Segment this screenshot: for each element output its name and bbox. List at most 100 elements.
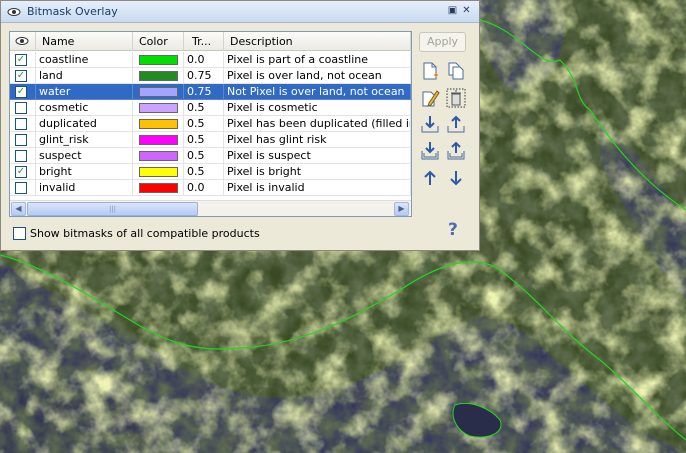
description-cell[interactable]: Pixel is bright <box>224 164 411 180</box>
visibility-cell: ✓ <box>10 164 36 180</box>
name-cell[interactable]: invalid <box>36 180 133 196</box>
name-cell[interactable]: bright <box>36 164 133 180</box>
table-row[interactable]: glint_risk 0.5 Pixel has glint risk <box>10 132 411 148</box>
column-header-visible[interactable] <box>10 32 36 51</box>
show-all-products-checkbox[interactable] <box>13 227 26 240</box>
visibility-checkbox[interactable] <box>15 134 27 146</box>
name-cell[interactable]: land <box>36 68 133 84</box>
visibility-checkbox[interactable] <box>15 118 27 130</box>
edit-icon[interactable] <box>419 87 441 109</box>
visibility-checkbox[interactable] <box>15 150 27 162</box>
table-row[interactable]: ✓ coastline 0.0 Pixel is part of a coastlin… <box>10 52 411 68</box>
column-header-color[interactable]: Color <box>133 32 184 51</box>
color-swatch <box>139 135 178 145</box>
transparency-cell[interactable]: 0.5 <box>184 132 224 148</box>
table-header: Name Color Tr... Description <box>10 32 411 51</box>
table-row[interactable]: invalid 0.0 Pixel is invalid <box>10 180 411 196</box>
table-row[interactable]: ✓ water 0.75 Not Pixel is over land, not oc… <box>10 84 411 100</box>
copy-icon[interactable] <box>445 60 467 82</box>
move-down-icon[interactable] <box>445 167 467 189</box>
visibility-cell: ✓ <box>10 84 36 100</box>
table-row[interactable]: cosmetic 0.5 Pixel is cosmetic <box>10 100 411 116</box>
table-row[interactable]: ✓ bright 0.5 Pixel is bright <box>10 164 411 180</box>
title-bar[interactable]: Bitmask Overlay ▣ ✕ <box>1 1 479 23</box>
visibility-cell <box>10 148 36 164</box>
help-icon[interactable]: ? <box>448 220 458 240</box>
visibility-checkbox[interactable] <box>15 182 27 194</box>
table-row[interactable]: duplicated 0.5 Pixel has been duplicated (… <box>10 116 411 132</box>
close-icon[interactable]: ✕ <box>461 6 472 17</box>
color-cell[interactable] <box>133 100 184 116</box>
visibility-cell <box>10 132 36 148</box>
name-cell[interactable]: water <box>36 84 133 100</box>
name-cell[interactable]: cosmetic <box>36 100 133 116</box>
name-cell[interactable]: duplicated <box>36 116 133 132</box>
transparency-cell[interactable]: 0.5 <box>184 148 224 164</box>
color-cell[interactable] <box>133 132 184 148</box>
color-swatch <box>139 87 178 97</box>
import-icon[interactable] <box>419 113 441 135</box>
description-cell[interactable]: Pixel is over land, not ocean <box>224 68 411 84</box>
bitmask-overlay-panel: Bitmask Overlay ▣ ✕ Name Color Tr... Des… <box>0 0 480 251</box>
transparency-cell[interactable]: 0.0 <box>184 52 224 68</box>
color-swatch <box>139 151 178 161</box>
column-header-name[interactable]: Name <box>36 32 133 51</box>
color-cell[interactable] <box>133 52 184 68</box>
color-cell[interactable] <box>133 84 184 100</box>
visibility-checkbox[interactable] <box>15 102 27 114</box>
delete-icon[interactable] <box>445 87 467 109</box>
name-cell[interactable]: suspect <box>36 148 133 164</box>
transparency-cell[interactable]: 0.5 <box>184 164 224 180</box>
column-header-description[interactable]: Description <box>224 32 411 51</box>
transparency-cell[interactable]: 0.75 <box>184 84 224 100</box>
description-cell[interactable]: Pixel is cosmetic <box>224 100 411 116</box>
transparency-cell[interactable]: 0.0 <box>184 180 224 196</box>
bitmask-table: Name Color Tr... Description ✓ coastline 0… <box>9 31 412 217</box>
color-swatch <box>139 103 178 113</box>
new-icon[interactable] <box>419 60 441 82</box>
apply-button[interactable]: Apply <box>419 32 466 52</box>
export-icon[interactable] <box>445 113 467 135</box>
scroll-right-button[interactable]: ▶ <box>394 202 409 216</box>
move-up-icon[interactable] <box>419 167 441 189</box>
description-cell[interactable]: Pixel has been duplicated (filled in) <box>224 116 411 132</box>
color-cell[interactable] <box>133 68 184 84</box>
description-cell[interactable]: Pixel has glint risk <box>224 132 411 148</box>
export-multiple-icon[interactable] <box>445 140 467 162</box>
description-cell[interactable]: Pixel is invalid <box>224 180 411 196</box>
transparency-cell[interactable]: 0.5 <box>184 116 224 132</box>
color-cell[interactable] <box>133 180 184 196</box>
eye-icon <box>15 37 29 45</box>
color-cell[interactable] <box>133 116 184 132</box>
table-row[interactable]: suspect 0.5 Pixel is suspect <box>10 148 411 164</box>
color-swatch <box>139 119 178 129</box>
visibility-cell <box>10 116 36 132</box>
import-multiple-icon[interactable] <box>419 140 441 162</box>
color-swatch <box>139 183 178 193</box>
visibility-checkbox[interactable]: ✓ <box>15 70 27 82</box>
color-swatch <box>139 55 178 65</box>
visibility-checkbox[interactable]: ✓ <box>15 54 27 66</box>
transparency-cell[interactable]: 0.5 <box>184 100 224 116</box>
eye-icon <box>7 8 21 16</box>
visibility-checkbox[interactable]: ✓ <box>15 86 27 98</box>
description-cell[interactable]: Pixel is part of a coastline <box>224 52 411 68</box>
description-cell[interactable]: Pixel is suspect <box>224 148 411 164</box>
table-row[interactable]: ✓ land 0.75 Pixel is over land, not ocean <box>10 68 411 84</box>
column-header-transparency[interactable]: Tr... <box>184 32 224 51</box>
maximize-icon[interactable]: ▣ <box>447 6 458 17</box>
visibility-cell: ✓ <box>10 68 36 84</box>
name-cell[interactable]: coastline <box>36 52 133 68</box>
color-cell[interactable] <box>133 164 184 180</box>
transparency-cell[interactable]: 0.75 <box>184 68 224 84</box>
scroll-left-button[interactable]: ◀ <box>11 202 26 216</box>
scrollbar-thumb[interactable]: ||| <box>27 202 198 216</box>
show-all-products-label: Show bitmasks of all compatible products <box>30 227 260 240</box>
horizontal-scrollbar[interactable]: ◀ ||| ▶ <box>10 200 411 216</box>
name-cell[interactable]: glint_risk <box>36 132 133 148</box>
color-cell[interactable] <box>133 148 184 164</box>
visibility-cell: ✓ <box>10 52 36 68</box>
description-cell[interactable]: Not Pixel is over land, not ocean <box>224 84 411 100</box>
window-title: Bitmask Overlay <box>27 5 118 18</box>
visibility-checkbox[interactable]: ✓ <box>15 166 27 178</box>
